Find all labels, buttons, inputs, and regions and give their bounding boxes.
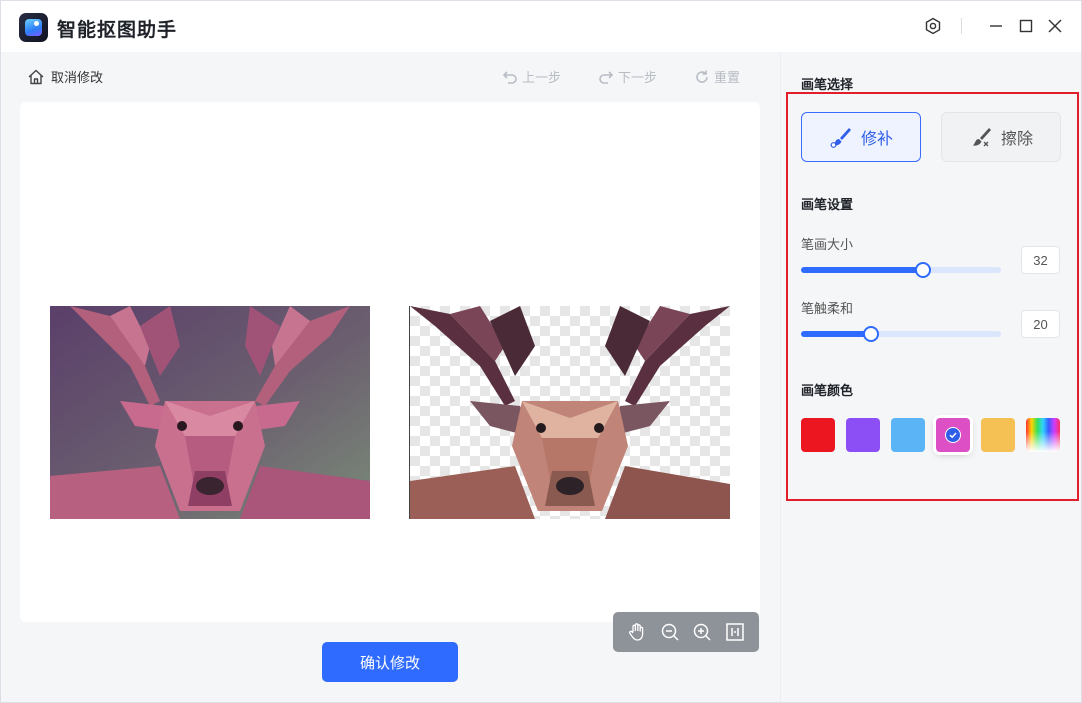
view-controls [613,612,759,652]
app-logo-icon [19,13,48,42]
editor-area: 取消修改 上一步 下一步 重置 确认修改 [1,52,780,702]
zoom-in-icon[interactable] [690,620,714,644]
softness-slider-label: 笔触柔和 [801,301,854,316]
color-swatch[interactable] [981,418,1015,452]
color-swatch[interactable] [891,418,925,452]
repair-brush-icon [830,128,851,148]
repair-mode-label: 修补 [860,131,893,148]
brush-panel: 画笔选择 修补 擦除 画笔设置 笔画大小 32 笔触柔和 20 画笔颜色 [780,52,1081,702]
hand-pan-icon[interactable] [625,620,649,644]
softness-slider[interactable] [801,326,1001,342]
editor-toolbar: 取消修改 上一步 下一步 重置 [1,52,780,100]
undo-button[interactable]: 上一步 [502,67,561,86]
cancel-edit-button[interactable]: 取消修改 [27,67,103,86]
selected-check-icon [945,427,961,443]
softness-slider-fill [801,331,871,337]
maximize-icon[interactable] [1015,15,1037,37]
titlebar-divider [961,18,962,34]
fit-to-screen-icon[interactable] [723,620,747,644]
settings-icon[interactable] [922,15,944,37]
size-slider[interactable] [801,262,1001,278]
erase-mode-label: 擦除 [1000,131,1033,148]
home-icon [28,69,44,84]
app-window: 智能抠图助手 取消修改 上一步 下一步 重置 确认修改 画笔选择 修补 擦除 画… [0,0,1082,703]
minimize-icon[interactable] [985,15,1007,37]
confirm-edit-button[interactable]: 确认修改 [322,642,458,682]
erase-brush-icon [972,128,991,147]
brush-color-title: 画笔颜色 [801,383,854,398]
title-bar: 智能抠图助手 [1,1,1081,52]
cancel-edit-label: 取消修改 [51,70,104,85]
size-slider-thumb[interactable] [915,262,931,278]
color-swatch-custom[interactable] [1026,418,1060,452]
color-swatch[interactable] [801,418,835,452]
original-image [50,306,370,519]
color-swatch[interactable] [936,418,970,452]
softness-slider-thumb[interactable] [863,326,879,342]
redo-label: 下一步 [618,70,658,85]
result-image [410,306,730,519]
size-slider-fill [801,267,923,273]
color-swatch[interactable] [846,418,880,452]
undo-label: 上一步 [522,70,562,85]
close-icon[interactable] [1044,15,1066,37]
repair-mode-button[interactable]: 修补 [801,112,921,162]
zoom-out-icon[interactable] [658,620,682,644]
app-title: 智能抠图助手 [57,20,178,41]
erase-mode-button[interactable]: 擦除 [941,112,1061,162]
brush-select-title: 画笔选择 [801,77,854,92]
undo-icon [502,70,517,84]
redo-icon [599,70,614,84]
canvas-card [20,102,760,652]
redo-button[interactable]: 下一步 [598,67,657,86]
reset-label: 重置 [714,70,741,85]
reset-button[interactable]: 重置 [694,67,740,86]
softness-value-field[interactable]: 20 [1021,310,1060,338]
brush-settings-title: 画笔设置 [801,197,854,212]
size-slider-label: 笔画大小 [801,237,854,252]
size-value-field[interactable]: 32 [1021,246,1060,274]
reset-icon [696,70,708,83]
